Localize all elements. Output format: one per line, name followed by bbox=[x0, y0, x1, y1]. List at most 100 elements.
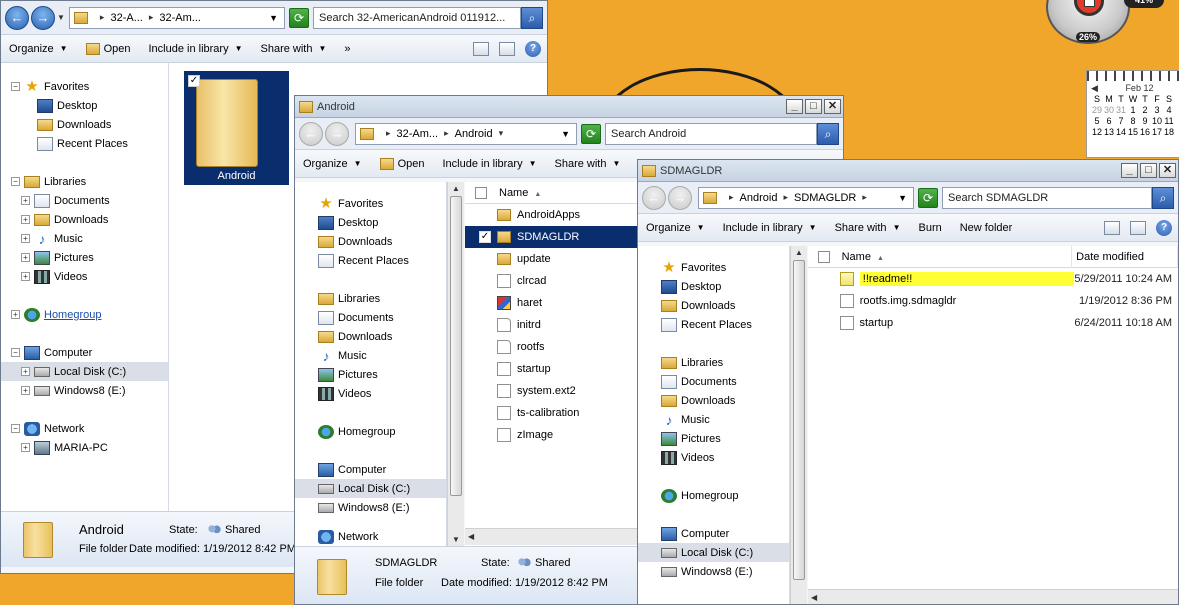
nav-local-disk[interactable]: Local Disk (C:) bbox=[295, 479, 446, 498]
row-checkbox[interactable] bbox=[479, 319, 491, 331]
refresh-button[interactable]: ⟳ bbox=[289, 7, 309, 28]
row-checkbox[interactable] bbox=[479, 385, 491, 397]
share-with-button[interactable]: Share with ▼ bbox=[261, 43, 327, 55]
new-folder-button[interactable]: New folder bbox=[960, 222, 1013, 234]
nav-homegroup[interactable]: Homegroup bbox=[638, 486, 789, 505]
nav-libraries[interactable]: − Libraries bbox=[1, 172, 168, 191]
calendar-gadget[interactable]: ◀ Feb 12 S M T W T F S 29 30 31 1 2 3 4 5 6 7 8 9 10 11 12 13 1… bbox=[1086, 70, 1179, 158]
burn-button[interactable]: Burn bbox=[918, 222, 941, 234]
nav-windows8[interactable]: Windows8 (E:) bbox=[638, 562, 789, 581]
organize-button[interactable]: Organize ▼ bbox=[646, 222, 705, 234]
row-checkbox[interactable] bbox=[822, 317, 834, 329]
search-input[interactable]: Search Android bbox=[605, 122, 817, 145]
row-checkbox[interactable] bbox=[822, 273, 834, 285]
calendar-day[interactable]: 1 bbox=[1127, 105, 1139, 116]
chevron-down-icon[interactable]: ▼ bbox=[898, 193, 907, 203]
search-icon[interactable]: ⌕ bbox=[521, 6, 543, 29]
nav-homegroup[interactable]: Homegroup bbox=[295, 422, 446, 441]
maximize-button[interactable]: □ bbox=[805, 99, 822, 114]
more-commands-button[interactable]: » bbox=[344, 43, 350, 55]
back-button[interactable]: ← bbox=[642, 185, 666, 210]
search-icon[interactable]: ⌕ bbox=[817, 122, 839, 145]
minimize-button[interactable]: _ bbox=[1121, 163, 1138, 178]
nav-desktop[interactable]: Desktop bbox=[638, 277, 789, 296]
nav-pictures[interactable]: Pictures bbox=[638, 429, 789, 448]
preview-pane-icon[interactable] bbox=[1130, 220, 1146, 235]
select-all-checkbox[interactable] bbox=[475, 186, 487, 199]
breadcrumb-item[interactable]: SDMAGLDR bbox=[794, 192, 856, 204]
nav-documents[interactable]: + Documents bbox=[1, 191, 168, 210]
row-checkbox[interactable]: ✓ bbox=[479, 231, 491, 243]
select-all-checkbox[interactable] bbox=[818, 250, 830, 263]
open-button[interactable]: Open bbox=[85, 42, 130, 55]
calendar-day[interactable]: 11 bbox=[1163, 116, 1175, 127]
calendar-day[interactable]: 9 bbox=[1139, 116, 1151, 127]
nav-documents[interactable]: Documents bbox=[638, 372, 789, 391]
nav-network[interactable]: Network bbox=[295, 527, 446, 546]
nav-downloads[interactable]: Downloads bbox=[638, 296, 789, 315]
column-name[interactable]: Name ▲ bbox=[838, 246, 1073, 268]
search-icon[interactable]: ⌕ bbox=[1152, 186, 1174, 209]
nav-documents[interactable]: Documents bbox=[295, 308, 446, 327]
nav-recent-places[interactable]: Recent Places bbox=[638, 315, 789, 334]
minimize-button[interactable]: _ bbox=[786, 99, 803, 114]
back-button[interactable]: ← bbox=[299, 121, 323, 146]
calendar-day[interactable]: 5 bbox=[1091, 116, 1103, 127]
cpu-meter-gadget[interactable]: 26% bbox=[1046, 0, 1130, 44]
breadcrumb-item[interactable]: 32-Am... bbox=[397, 128, 439, 140]
open-button[interactable]: Open bbox=[379, 157, 424, 170]
folder-item-android[interactable]: ✓ Android bbox=[184, 71, 289, 185]
calendar-day[interactable]: 15 bbox=[1127, 127, 1139, 138]
item-checkbox[interactable]: ✓ bbox=[188, 75, 200, 87]
back-button[interactable]: ← bbox=[5, 5, 29, 30]
calendar-day[interactable]: 17 bbox=[1151, 127, 1163, 138]
nav-desktop[interactable]: Desktop bbox=[295, 213, 446, 232]
help-icon[interactable]: ? bbox=[525, 40, 541, 57]
row-checkbox[interactable] bbox=[479, 275, 491, 287]
row-checkbox[interactable] bbox=[479, 407, 491, 419]
forward-button[interactable]: → bbox=[31, 5, 55, 30]
calendar-day[interactable]: 7 bbox=[1115, 116, 1127, 127]
nav-scrollbar[interactable]: ▲ bbox=[790, 246, 807, 604]
breadcrumb[interactable]: ▸ Android ▸ SDMAGLDR ▸ ▼ bbox=[698, 186, 914, 209]
row-checkbox[interactable] bbox=[479, 253, 491, 265]
calendar-day[interactable]: 18 bbox=[1163, 127, 1175, 138]
nav-videos[interactable]: Videos bbox=[295, 384, 446, 403]
nav-recent-places[interactable]: Recent Places bbox=[1, 134, 168, 153]
forward-button[interactable]: → bbox=[668, 185, 692, 210]
nav-local-disk[interactable]: + Local Disk (C:) bbox=[1, 362, 168, 381]
file-row[interactable]: !!readme!! 5/29/2011 10:24 AM bbox=[808, 268, 1178, 290]
nav-downloads[interactable]: Downloads bbox=[295, 232, 446, 251]
nav-pictures[interactable]: + Pictures bbox=[1, 248, 168, 267]
nav-network[interactable]: − Network bbox=[1, 419, 168, 438]
close-button[interactable]: ✕ bbox=[1159, 163, 1176, 178]
include-in-library-button[interactable]: Include in library ▼ bbox=[442, 158, 536, 170]
breadcrumb[interactable]: ▸ 32-Am... ▸ Android ▾ ▼ bbox=[355, 122, 577, 145]
calendar-day[interactable]: 29 bbox=[1091, 105, 1103, 116]
recent-pages-icon[interactable]: ▼ bbox=[57, 13, 65, 22]
nav-favorites[interactable]: ★ Favorites bbox=[295, 194, 446, 213]
nav-computer[interactable]: Computer bbox=[295, 460, 446, 479]
nav-videos[interactable]: Videos bbox=[638, 448, 789, 467]
nav-computer[interactable]: − Computer bbox=[1, 343, 168, 362]
refresh-button[interactable]: ⟳ bbox=[581, 123, 601, 144]
calendar-day[interactable]: 3 bbox=[1151, 105, 1163, 116]
share-with-button[interactable]: Share with ▼ bbox=[555, 158, 621, 170]
chevron-down-icon[interactable]: ▼ bbox=[561, 129, 570, 139]
calendar-day[interactable]: 8 bbox=[1127, 116, 1139, 127]
nav-homegroup[interactable]: + Homegroup bbox=[1, 305, 168, 324]
nav-libraries[interactable]: Libraries bbox=[638, 353, 789, 372]
nav-recent-places[interactable]: Recent Places bbox=[295, 251, 446, 270]
file-row[interactable]: rootfs.img.sdmagldr 1/19/2012 8:36 PM bbox=[808, 290, 1178, 312]
nav-scrollbar[interactable]: ▲ ▼ bbox=[447, 182, 464, 546]
nav-pictures[interactable]: Pictures bbox=[295, 365, 446, 384]
row-checkbox[interactable] bbox=[822, 295, 834, 307]
calendar-day[interactable]: 16 bbox=[1139, 127, 1151, 138]
calendar-day[interactable]: 31 bbox=[1115, 105, 1127, 116]
file-row[interactable]: startup 6/24/2011 10:18 AM bbox=[808, 312, 1178, 334]
nav-computer[interactable]: Computer bbox=[638, 524, 789, 543]
nav-music[interactable]: ♪ Music bbox=[295, 346, 446, 365]
help-icon[interactable]: ? bbox=[1156, 219, 1172, 236]
nav-videos[interactable]: + Videos bbox=[1, 267, 168, 286]
organize-button[interactable]: Organize ▼ bbox=[303, 158, 362, 170]
